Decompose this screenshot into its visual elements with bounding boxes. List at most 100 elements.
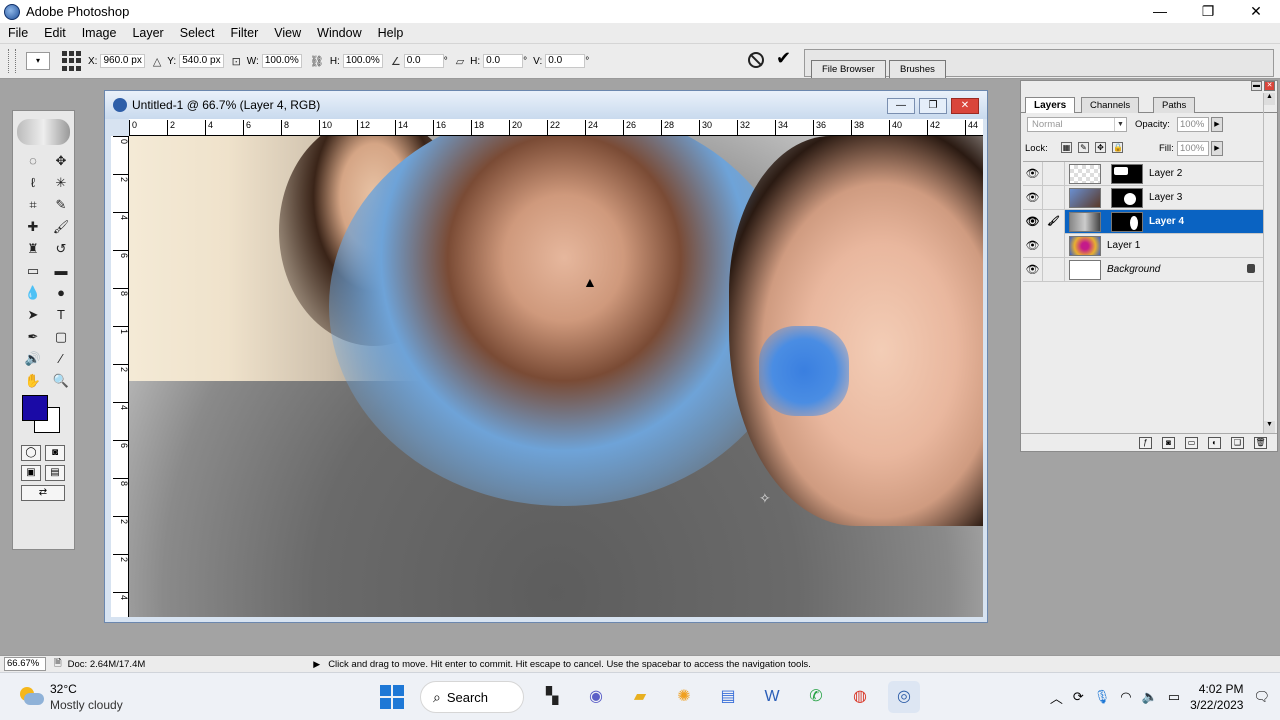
blur-tool-icon[interactable]: 💧 — [22, 283, 44, 303]
layer-link-slot[interactable] — [1043, 233, 1065, 258]
vertical-ruler[interactable]: 0 2 4 6 8 1 2 4 6 8 2 2 4 — [111, 136, 129, 617]
whatsapp-icon[interactable]: ✆ — [800, 681, 832, 713]
close-button[interactable]: ✕ — [1232, 0, 1280, 23]
healing-brush-tool-icon[interactable]: ✚ — [22, 217, 44, 237]
zoom-field[interactable]: 66.67% — [4, 657, 46, 671]
full-screen-menu-mode-button[interactable]: ▤ — [45, 465, 65, 481]
notepad-icon[interactable]: ▤ — [712, 681, 744, 713]
menu-layer[interactable]: Layer — [124, 26, 171, 40]
brush-icon[interactable]: 🖌 — [1043, 209, 1065, 234]
word-icon[interactable]: W — [756, 681, 788, 713]
standard-screen-mode-button[interactable]: ▣ — [21, 465, 41, 481]
visibility-eye-icon[interactable]: 👁 — [1023, 209, 1043, 234]
layer-row-background[interactable]: 👁 Background — [1023, 257, 1263, 282]
w-field[interactable]: 100.0% — [261, 54, 302, 68]
layer-row-layer-1[interactable]: 👁 Layer 1 — [1023, 233, 1263, 258]
opacity-field[interactable]: 100% — [1177, 117, 1209, 132]
layer-mask-thumbnail[interactable] — [1111, 187, 1143, 208]
slice-tool-icon[interactable]: ✎ — [50, 195, 72, 215]
chrome-icon[interactable]: ◍ — [844, 681, 876, 713]
lock-all-icon[interactable]: 🔒 — [1112, 142, 1123, 153]
hand-tool-icon[interactable]: ✋ — [22, 371, 44, 391]
tool-preset-picker[interactable]: ▾ — [26, 52, 50, 70]
status-menu-arrow-icon[interactable]: ▶ — [313, 659, 320, 670]
foreground-color-swatch[interactable] — [22, 395, 48, 421]
crop-tool-icon[interactable]: ⌗ — [22, 195, 44, 215]
photoshop-feather-logo[interactable] — [17, 119, 70, 145]
brush-tool-icon[interactable]: 🖌 — [50, 217, 72, 237]
scroll-up-icon[interactable]: ▲ — [1264, 93, 1275, 105]
marquee-tool-icon[interactable]: ◌ — [22, 151, 44, 171]
cancel-transform-icon[interactable] — [748, 52, 764, 68]
tab-layers[interactable]: Layers — [1025, 97, 1076, 113]
delete-layer-icon[interactable]: 🗑 — [1254, 436, 1267, 449]
tab-channels[interactable]: Channels — [1081, 97, 1140, 113]
lock-transparency-icon[interactable]: ▦ — [1061, 142, 1072, 153]
fill-field[interactable]: 100% — [1177, 141, 1209, 156]
spark-app-icon[interactable]: ✺ — [668, 681, 700, 713]
taskbar-search[interactable]: ⌕ Search — [420, 681, 524, 713]
layer-link-slot[interactable] — [1043, 257, 1065, 282]
blend-mode-select[interactable]: Normal ▼ — [1027, 117, 1127, 132]
file-explorer-icon[interactable]: ▰ — [624, 681, 656, 713]
minimize-button[interactable]: — — [1136, 0, 1184, 23]
menu-image[interactable]: Image — [74, 26, 125, 40]
y-field[interactable]: 540.0 px — [179, 54, 224, 68]
x-field[interactable]: 960.0 px — [100, 54, 145, 68]
link-icon[interactable]: ⛓ — [310, 55, 324, 68]
layer-mask-thumbnail[interactable] — [1111, 211, 1143, 232]
menu-file[interactable]: File — [0, 26, 36, 40]
path-selection-tool-icon[interactable]: ➤ — [22, 305, 44, 325]
menu-select[interactable]: Select — [172, 26, 223, 40]
photoshop-taskbar-icon[interactable]: ◎ — [888, 681, 920, 713]
document-maximize-button[interactable]: ❐ — [919, 98, 947, 114]
sync-icon[interactable]: ⟳ — [1073, 689, 1084, 705]
panel-minimize-button[interactable]: ▬ — [1251, 81, 1262, 91]
layer-mask-thumbnail[interactable] — [1111, 163, 1143, 184]
document-info-icon[interactable]: 🗎 — [54, 656, 62, 672]
visibility-eye-icon[interactable]: 👁 — [1023, 161, 1043, 186]
h-field[interactable]: 100.0% — [342, 54, 383, 68]
lock-position-icon[interactable]: ✥ — [1095, 142, 1106, 153]
pen-tool-icon[interactable]: ✒ — [22, 327, 44, 347]
menu-window[interactable]: Window — [309, 26, 369, 40]
menu-filter[interactable]: Filter — [222, 26, 266, 40]
eyedropper-tool-icon[interactable]: ⁄ — [50, 349, 72, 369]
standard-mode-button[interactable]: ◯ — [21, 445, 41, 461]
skew-h-field[interactable]: 0.0 — [483, 54, 524, 68]
history-brush-tool-icon[interactable]: ↺ — [50, 239, 72, 259]
layer-link-slot[interactable] — [1043, 185, 1065, 210]
image-canvas[interactable]: ▲ ✧ — [129, 136, 983, 617]
zoom-tool-icon[interactable]: 🔍 — [50, 371, 72, 391]
layer-row-layer-4[interactable]: 👁 🖌 Layer 4 — [1023, 209, 1263, 234]
brushes-tab[interactable]: Brushes — [889, 60, 946, 78]
menu-help[interactable]: Help — [370, 26, 412, 40]
shape-tool-icon[interactable]: ▢ — [50, 327, 72, 347]
adjustment-layer-icon[interactable]: ◐ — [1208, 436, 1221, 449]
new-group-icon[interactable]: ▭ — [1185, 436, 1198, 449]
layer-link-slot[interactable] — [1043, 161, 1065, 186]
eraser-tool-icon[interactable]: ▭ — [22, 261, 44, 281]
menu-edit[interactable]: Edit — [36, 26, 74, 40]
horizontal-ruler[interactable]: 0 2 4 6 8 10 12 14 16 18 20 22 24 26 28 30 32 34 36 38 40 42 4… — [129, 119, 983, 136]
start-button[interactable] — [376, 681, 408, 713]
wifi-icon[interactable]: ◠ — [1120, 689, 1131, 705]
commit-transform-icon[interactable]: ✔ — [776, 48, 791, 69]
magic-wand-tool-icon[interactable]: ✳ — [50, 173, 72, 193]
document-minimize-button[interactable]: — — [887, 98, 915, 114]
layer-style-icon[interactable]: ƒ — [1139, 436, 1152, 449]
layer-row-layer-3[interactable]: 👁 Layer 3 — [1023, 185, 1263, 210]
reference-point-icon[interactable] — [62, 51, 82, 71]
fill-arrow-icon[interactable]: ▶ — [1211, 141, 1223, 156]
maximize-button[interactable]: ❐ — [1184, 0, 1232, 23]
task-view-icon[interactable]: ▚ — [536, 681, 568, 713]
battery-icon[interactable]: ▭ — [1168, 689, 1180, 705]
angle-field[interactable]: 0.0 — [403, 54, 444, 68]
volume-icon[interactable]: 🔈 — [1142, 689, 1158, 705]
notes-tool-icon[interactable]: 🔊 — [22, 349, 44, 369]
lasso-tool-icon[interactable]: ℓ — [22, 173, 44, 193]
transform-center-icon[interactable]: ✧ — [759, 490, 771, 507]
chevron-up-icon[interactable]: ︿ — [1050, 688, 1063, 707]
file-browser-tab[interactable]: File Browser — [811, 60, 886, 78]
options-grip[interactable] — [8, 49, 16, 73]
